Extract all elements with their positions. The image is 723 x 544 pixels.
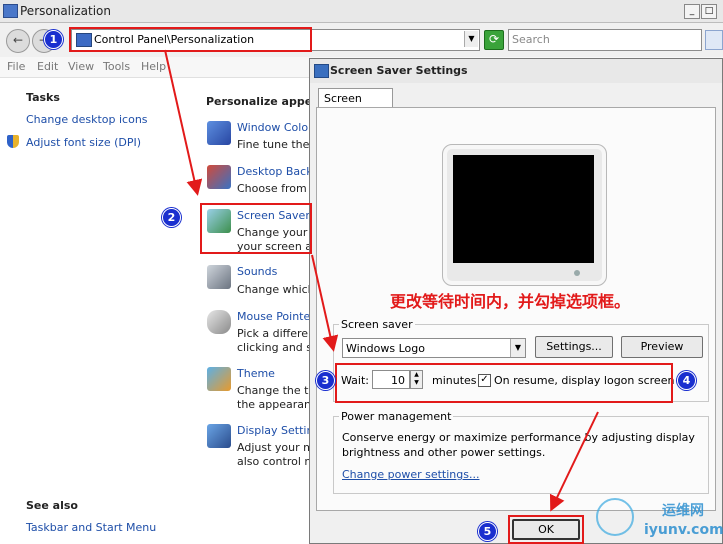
arrow-2-to-3 bbox=[311, 254, 339, 352]
watermark-logo bbox=[596, 498, 634, 536]
step-badge-3: 3 bbox=[316, 371, 335, 390]
step-badge-2: 2 bbox=[162, 208, 181, 227]
arrow-1-to-2 bbox=[164, 49, 203, 196]
arrow-4-to-5 bbox=[549, 411, 599, 512]
annotation-arrows bbox=[164, 49, 599, 512]
watermark-url: iyunv.com bbox=[644, 522, 723, 538]
watermark-cn: 运维网 bbox=[662, 503, 704, 519]
step-badge-1: 1 bbox=[44, 30, 63, 49]
step-badge-5: 5 bbox=[478, 522, 497, 541]
step-badge-4: 4 bbox=[677, 371, 696, 390]
